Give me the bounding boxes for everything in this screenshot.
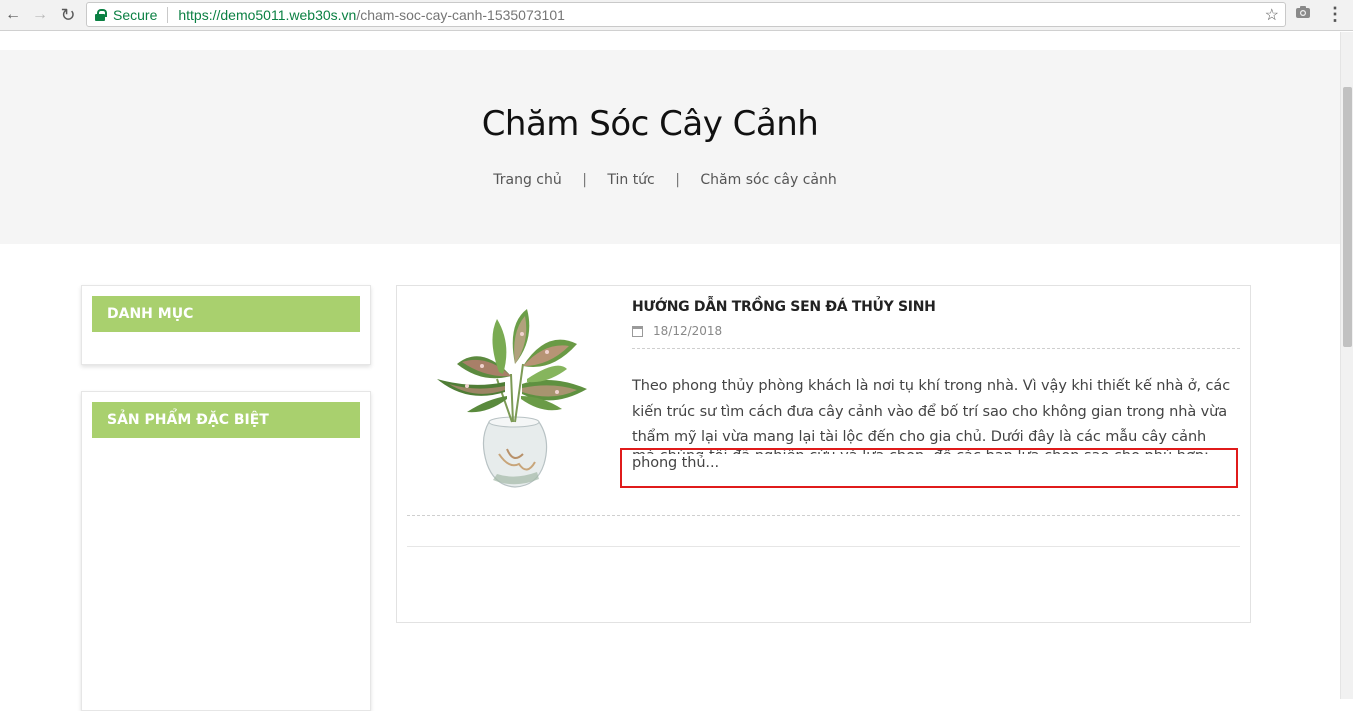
page-scrollbar[interactable] [1340,32,1353,699]
post-excerpt: Theo phong thủy phòng khách là nơi tụ kh… [632,378,1231,471]
address-bar[interactable]: Secure https://demo5011.web30s.vn/cham-s… [86,2,1286,27]
secure-label: Secure [113,6,158,23]
forward-button[interactable]: → [29,4,51,26]
breadcrumb-separator: | [582,172,587,188]
page-title: Chăm Sóc Cây Cảnh [481,104,819,144]
page-header-banner: Chăm Sóc Cây Cảnh Trang chủ | Tin tức | … [0,50,1340,244]
breadcrumb-news-link[interactable]: Tin tức [607,172,654,188]
date-divider [632,348,1240,349]
back-arrow-icon: ← [5,6,21,23]
category-panel-title: DANH MỤC [92,296,360,332]
url-host: https://demo5011.web30s.vn [178,6,357,23]
breadcrumb-home-link[interactable]: Trang chủ [493,172,561,188]
omnibox-divider [167,6,169,23]
post-title-link[interactable]: HƯỚNG DẪN TRỒNG SEN ĐÁ THỦY SINH [632,299,936,315]
bookmark-star-icon[interactable]: ☆ [1265,5,1279,25]
back-button[interactable]: ← [2,4,24,26]
post-thumbnail[interactable] [427,304,597,494]
camera-icon[interactable] [1295,5,1313,25]
browser-menu-icon[interactable]: ⋮ [1325,3,1345,27]
reload-button[interactable]: ↻ [57,4,79,26]
category-panel: DANH MỤC [81,285,371,365]
special-products-panel: SẢN PHẨM ĐẶC BIỆT [81,391,371,711]
post-divider [407,515,1240,516]
breadcrumb-current-link[interactable]: Chăm sóc cây cảnh [700,172,836,188]
reload-icon: ↻ [60,4,76,25]
list-end-divider [407,546,1240,547]
scrollbar-thumb[interactable] [1343,87,1352,347]
breadcrumb: Trang chủ | Tin tức | Chăm sóc cây cảnh [0,172,1330,188]
forward-arrow-icon: → [32,6,48,23]
post-date: 18/12/2018 [632,324,722,338]
breadcrumb-separator: | [675,172,680,188]
browser-toolbar: ← → ↻ Secure https://demo5011.web30s.vn /… [0,0,1353,31]
post-list: HƯỚNG DẪN TRỒNG SEN ĐÁ THỦY SINH 18/12/2… [396,285,1251,623]
lock-icon [95,9,107,21]
calendar-icon [632,325,643,337]
special-products-title: SẢN PHẨM ĐẶC BIỆT [92,402,360,438]
post-date-text: 18/12/2018 [653,324,723,338]
url-path: /cham-soc-cay-canh-1535073101 [356,6,565,23]
